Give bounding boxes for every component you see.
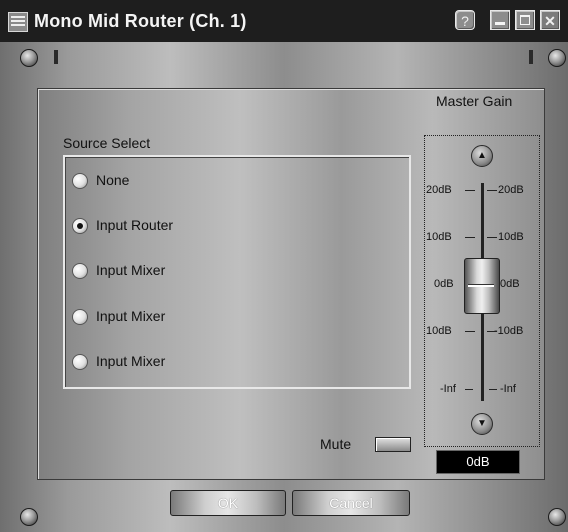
radio-button[interactable]: [72, 173, 88, 189]
gain-scale-right-label: -Inf: [500, 383, 516, 395]
scale-tick: [465, 389, 473, 390]
mute-button[interactable]: [375, 437, 411, 452]
window-title: Mono Mid Router (Ch. 1): [34, 11, 247, 31]
mono-mid-router-window: Mono Mid Router (Ch. 1) ? ✕ Source Selec…: [0, 0, 568, 532]
gain-scale-right-label: 0dB: [500, 278, 520, 290]
gain-up-button[interactable]: ▲: [471, 145, 493, 167]
scale-tick: [489, 389, 497, 390]
maximize-button[interactable]: [515, 10, 535, 30]
scale-tick: [487, 190, 497, 191]
gain-fader-knob[interactable]: [464, 258, 500, 314]
source-option-label: Input Mixer: [96, 308, 166, 324]
arrow-down-icon: ▼: [477, 418, 487, 429]
gain-scale-left-label: 0dB: [434, 278, 454, 290]
mute-label: Mute: [320, 436, 352, 452]
source-option-label: None: [96, 172, 130, 188]
scale-tick: [487, 237, 497, 238]
title-bar[interactable]: Mono Mid Router (Ch. 1) ? ✕: [0, 0, 568, 42]
gain-scale-left-label: 10dB: [426, 231, 452, 243]
ok-button[interactable]: OK: [170, 490, 286, 516]
source-option-label: Input Router: [96, 217, 174, 233]
gain-scale-left-label: -Inf: [440, 383, 456, 395]
scale-tick: [465, 190, 475, 191]
source-select-label: Source Select: [63, 135, 151, 151]
gain-scale-right-label: 20dB: [498, 184, 524, 196]
app-icon: [8, 12, 28, 32]
gain-value-display: 0dB: [436, 450, 520, 474]
scale-tick: [465, 331, 475, 332]
radio-button[interactable]: [72, 354, 88, 370]
minimize-button[interactable]: [490, 10, 510, 30]
screw-icon: [548, 49, 566, 67]
help-icon: ?: [461, 13, 469, 29]
screw-icon: [548, 508, 566, 526]
master-gain-label: Master Gain: [436, 93, 513, 109]
source-option-label: Input Mixer: [96, 353, 166, 369]
slot-icon: [529, 50, 533, 64]
radio-button[interactable]: [72, 309, 88, 325]
source-option-label: Input Mixer: [96, 262, 166, 278]
gain-scale-right-label: 10dB: [498, 231, 524, 243]
scale-tick: [487, 331, 497, 332]
gain-scale-left-label: 10dB: [426, 325, 452, 337]
scale-tick: [465, 237, 475, 238]
screw-icon: [20, 49, 38, 67]
slot-icon: [54, 50, 58, 64]
screw-icon: [20, 508, 38, 526]
radio-button-selected[interactable]: [72, 218, 88, 234]
help-button[interactable]: ?: [455, 10, 475, 30]
gain-scale-right-label: -10dB: [494, 325, 524, 337]
cancel-button[interactable]: Cancel: [292, 490, 410, 516]
close-button[interactable]: ✕: [540, 10, 560, 30]
gain-scale-left-label: 20dB: [426, 184, 452, 196]
close-icon: ✕: [544, 13, 556, 29]
arrow-up-icon: ▲: [477, 150, 487, 161]
radio-button[interactable]: [72, 263, 88, 279]
gain-down-button[interactable]: ▼: [471, 413, 493, 435]
